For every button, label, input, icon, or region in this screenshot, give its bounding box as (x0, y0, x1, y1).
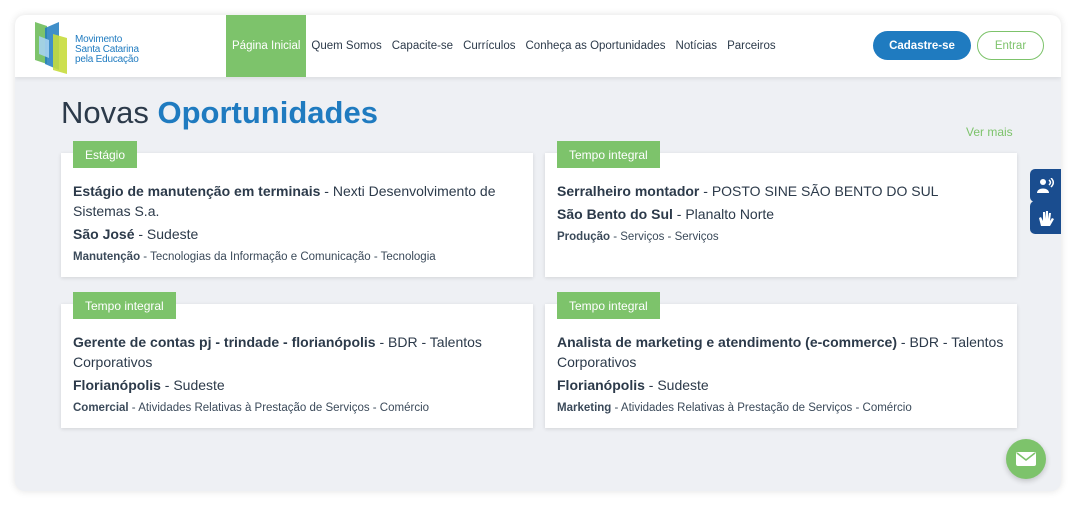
accessibility-sign-language-button[interactable] (1030, 201, 1061, 234)
main-nav: Página Inicial Quem Somos Capacite-se Cu… (226, 15, 781, 77)
job-area-line: Marketing - Atividades Relativas à Prest… (557, 400, 1007, 416)
job-area: Marketing (557, 402, 612, 414)
nav-item-noticias[interactable]: Notícias (671, 15, 723, 77)
job-area-line: Produção - Serviços - Serviços (557, 229, 1007, 245)
section-title-highlight: Oportunidades (157, 95, 378, 130)
page-frame: Movimento Santa Catarina pela Educação P… (15, 15, 1061, 491)
job-area-line: Comercial - Atividades Relativas à Prest… (73, 400, 523, 416)
job-title-line: Serralheiro montador - POSTO SINE SÃO BE… (557, 181, 1007, 201)
entrar-button[interactable]: Entrar (977, 31, 1044, 60)
job-city: São Bento do Sul (557, 206, 673, 222)
job-card[interactable]: Tempo integral Gerente de contas pj - tr… (61, 292, 533, 428)
contact-mail-button[interactable] (1006, 439, 1046, 479)
job-city: São José (73, 226, 135, 242)
job-card-body: Gerente de contas pj - trindade - floria… (73, 332, 523, 416)
job-city: Florianópolis (73, 377, 161, 393)
nav-item-pagina-inicial[interactable]: Página Inicial (226, 15, 307, 77)
job-title-line: Gerente de contas pj - trindade - floria… (73, 332, 523, 372)
person-speaking-icon (1036, 177, 1054, 193)
job-type-badge: Tempo integral (557, 141, 660, 168)
job-sectors: - Atividades Relativas à Prestação de Se… (611, 402, 912, 414)
job-region: - Sudeste (134, 226, 199, 242)
job-sectors: - Serviços - Serviços (610, 231, 719, 243)
job-sectors: - Atividades Relativas à Prestação de Se… (128, 402, 430, 414)
job-city: Florianópolis (557, 377, 645, 393)
job-type-badge: Tempo integral (557, 292, 660, 319)
job-title-line: Analista de marketing e atendimento (e-c… (557, 332, 1007, 372)
job-area: Comercial (73, 402, 129, 414)
job-location-line: Florianópolis - Sudeste (73, 375, 523, 395)
job-region: - Planalto Norte (672, 206, 775, 222)
logo-line-3: pela Educação (75, 54, 139, 65)
job-title: Serralheiro montador (557, 183, 700, 199)
nav-item-capacite-se[interactable]: Capacite-se (387, 15, 458, 77)
job-type-badge: Tempo integral (73, 292, 176, 319)
job-area-line: Manutenção - Tecnologias da Informação e… (73, 249, 523, 265)
site-header: Movimento Santa Catarina pela Educação P… (15, 15, 1061, 77)
section-title-plain: Novas (61, 95, 149, 130)
job-card-body: Serralheiro montador - POSTO SINE SÃO BE… (557, 181, 1007, 245)
accessibility-audio-button[interactable] (1030, 169, 1061, 202)
ver-mais-link[interactable]: Ver mais (966, 125, 1013, 139)
job-location-line: São Bento do Sul - Planalto Norte (557, 204, 1007, 224)
nav-item-quem-somos[interactable]: Quem Somos (306, 15, 386, 77)
job-region: - Sudeste (160, 377, 225, 393)
job-area: Produção (557, 231, 611, 243)
job-area: Manutenção (73, 251, 141, 263)
job-title-line: Estágio de manutenção em terminais - Nex… (73, 181, 523, 221)
logo-mark-icon (35, 22, 67, 74)
job-region: - Sudeste (644, 377, 709, 393)
job-card-body: Estágio de manutenção em terminais - Nex… (73, 181, 523, 265)
nav-item-parceiros[interactable]: Parceiros (722, 15, 781, 77)
job-location-line: Florianópolis - Sudeste (557, 375, 1007, 395)
section-title: Novas Oportunidades (61, 95, 378, 131)
job-type-badge: Estágio (73, 141, 138, 168)
job-sectors: - Tecnologias da Informação e Comunicaçã… (140, 251, 436, 263)
logo-wordmark: Movimento Santa Catarina pela Educação (75, 35, 139, 65)
job-card[interactable]: Tempo integral Serralheiro montador - PO… (545, 141, 1017, 277)
nav-item-oportunidades[interactable]: Conheça as Oportunidades (521, 15, 671, 77)
cadastre-se-button[interactable]: Cadastre-se (873, 31, 971, 60)
nav-item-curriculos[interactable]: Currículos (458, 15, 520, 77)
job-title: Gerente de contas pj - trindade - floria… (73, 334, 376, 350)
brand-logo[interactable]: Movimento Santa Catarina pela Educação (33, 18, 153, 74)
job-company: - POSTO SINE SÃO BENTO DO SUL (699, 183, 939, 199)
sign-language-hands-icon (1038, 210, 1054, 226)
job-card[interactable]: Estágio Estágio de manutenção em termina… (61, 141, 533, 277)
job-title: Analista de marketing e atendimento (e-c… (557, 334, 897, 350)
envelope-icon (1016, 452, 1036, 466)
job-location-line: São José - Sudeste (73, 224, 523, 244)
job-card[interactable]: Tempo integral Analista de marketing e a… (545, 292, 1017, 428)
job-title: Estágio de manutenção em terminais (73, 183, 321, 199)
job-card-body: Analista de marketing e atendimento (e-c… (557, 332, 1007, 416)
